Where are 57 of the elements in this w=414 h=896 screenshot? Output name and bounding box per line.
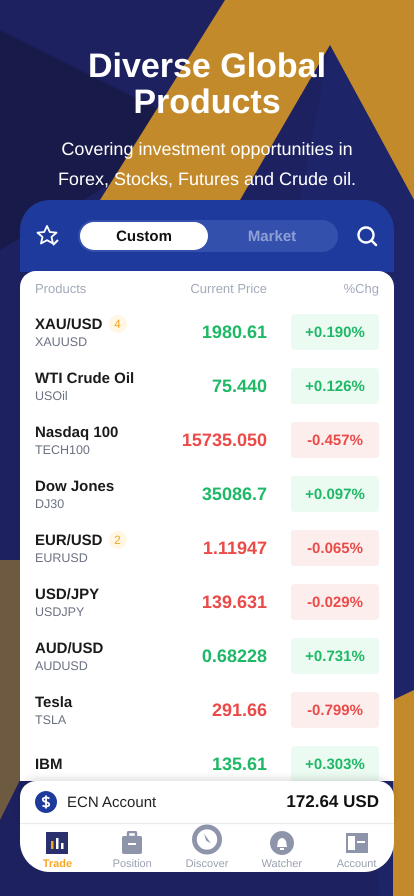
product-name: XAU/USD [35,316,103,332]
account-balance: 172.64 USD [286,792,379,812]
segment-tab[interactable]: Market [208,222,336,250]
current-price: 0.68228 [200,646,267,666]
nav-tab[interactable]: Discover [170,824,244,872]
compass-icon [190,824,223,855]
column-header: %Chg [342,280,379,296]
current-price: 75.440 [210,376,267,396]
product-name: Tesla [35,694,72,710]
nav-tab[interactable]: Account [319,824,394,872]
change-percent: -0.457% [291,422,379,458]
chart-icon [45,831,70,855]
count-badge: 4 [108,315,127,333]
product-name: IBM [35,756,62,772]
change-percent: +0.097% [291,476,379,512]
product-name: EUR/USD [35,532,103,548]
nav-tab[interactable]: Watcher [244,824,320,872]
bell-icon [270,831,294,855]
account-name: ECN Account [67,794,158,810]
column-header: Products [35,280,88,296]
dollar-coin-icon [35,791,57,813]
current-price: 1.11947 [202,538,267,558]
nav-tab[interactable]: Position [94,824,170,872]
product-symbol: USOil [35,388,69,402]
current-price: 1980.61 [200,322,267,342]
product-name: USD/JPY [35,586,100,602]
change-percent: -0.799% [291,692,379,728]
product-name: Nasdaq 100 [35,424,118,440]
product-symbol: EURUSD [35,551,89,565]
product-symbol: USDJPY [35,604,86,618]
nav-tab[interactable]: Trade [20,824,95,872]
product-name: WTI Crude Oil [35,370,134,386]
product-symbol: XAUUSD [35,335,88,349]
segment-tab[interactable]: Custom [80,222,208,250]
current-price: 15735.050 [180,430,267,450]
change-percent: -0.029% [291,584,379,620]
product-symbol: AUDUSD [35,658,89,672]
change-percent: +0.731% [291,638,379,674]
change-percent: +0.190% [291,314,379,350]
product-symbol: TECH100 [35,442,91,456]
product-name: Dow Jones [35,478,114,494]
current-price: 291.66 [210,700,267,720]
product-symbol: DJ30 [35,496,66,510]
product-symbol: TSLA [35,712,68,726]
search-icon[interactable] [356,225,378,247]
product-name: AUD/USD [35,640,104,656]
current-price: 35086.7 [200,484,267,504]
change-percent: +0.303% [291,746,379,781]
wallet-icon [344,831,369,855]
column-header: Current Price [189,280,267,296]
change-percent: +0.126% [291,368,379,404]
change-percent: -0.065% [291,530,379,566]
briefcase-icon [120,831,144,855]
current-price: 139.631 [200,592,267,612]
count-badge: 2 [108,531,127,549]
star-edit-icon[interactable] [36,224,60,248]
current-price: 135.61 [210,754,267,774]
